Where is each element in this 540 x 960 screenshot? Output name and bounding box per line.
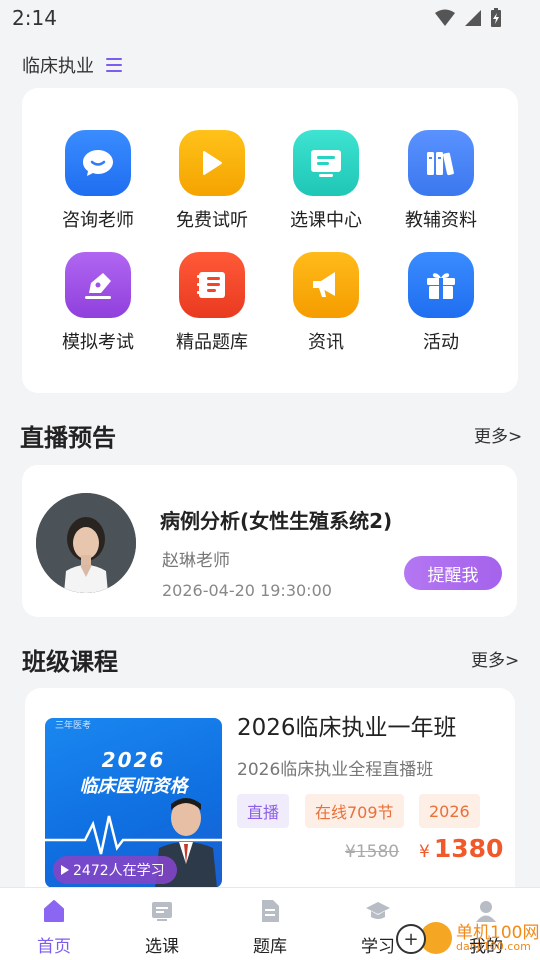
price-amount: 1380 — [433, 834, 504, 863]
quick-menu-label: 免费试听 — [176, 210, 248, 231]
live-title: 病例分析(女性生殖系统2) — [160, 509, 393, 533]
watermark-url: danji100.com — [456, 940, 531, 953]
course-card[interactable]: 三年医考 2026 临床医师资格 2472人在学习 2026临床执业一年班 20… — [25, 688, 515, 898]
quick-menu-label: 模拟考试 — [62, 332, 134, 353]
home-icon — [41, 898, 67, 924]
quick-menu-label: 活动 — [423, 332, 459, 353]
course-title: 2026临床执业一年班 — [237, 715, 457, 741]
live-card[interactable]: 病例分析(女性生殖系统2) 赵琳老师 2026-04-20 19:30:00 提… — [22, 465, 517, 617]
quick-menu-item-news[interactable]: 资讯 — [271, 252, 381, 354]
thumb-brand: 三年医考 — [55, 721, 92, 731]
quick-menu-item-activity[interactable]: 活动 — [386, 252, 496, 354]
course-thumbnail: 三年医考 2026 临床医师资格 2472人在学习 — [45, 718, 222, 888]
nav-course-select[interactable]: 选课 — [122, 898, 202, 957]
play-icon — [179, 130, 245, 196]
battery-icon — [491, 8, 501, 27]
sale-price: ¥ 1380 — [419, 834, 503, 863]
play-small-icon — [61, 865, 69, 875]
nav-label: 首页 — [37, 937, 71, 957]
megaphone-icon — [293, 252, 359, 318]
quick-menu-item-course-center[interactable]: 选课中心 — [271, 130, 381, 232]
course-subtitle: 2026临床执业全程直播班 — [237, 760, 434, 780]
learners-badge: 2472人在学习 — [53, 856, 177, 884]
nav-home[interactable]: 首页 — [14, 898, 94, 957]
course-more-link[interactable]: 更多> — [471, 646, 519, 671]
price-currency: ¥ — [419, 842, 430, 862]
course-tag: 2026 — [419, 794, 480, 828]
signal-icon — [465, 10, 481, 26]
document-icon — [257, 898, 283, 924]
pen-icon — [65, 252, 131, 318]
course-select-icon — [149, 898, 175, 924]
quick-menu-label: 教辅资料 — [405, 210, 477, 231]
course-tag: 在线709节 — [305, 794, 404, 828]
quick-menu-label: 咨询老师 — [62, 210, 134, 231]
status-time: 2:14 — [12, 6, 57, 30]
live-more-link[interactable]: 更多> — [474, 422, 522, 447]
question-bank-icon — [179, 252, 245, 318]
nav-label: 学习 — [361, 937, 395, 957]
category-title: 临床执业 — [22, 56, 94, 77]
original-price: ¥1580 — [345, 842, 400, 862]
quick-menu-item-mock-exam[interactable]: 模拟考试 — [43, 252, 153, 354]
nav-question-bank[interactable]: 题库 — [230, 898, 310, 957]
teacher-avatar — [36, 493, 136, 593]
thumb-year: 2026 — [101, 748, 166, 772]
chat-bubble-icon — [65, 130, 131, 196]
live-section-title: 直播预告 — [20, 424, 116, 452]
learners-count: 2472人在学习 — [73, 863, 165, 879]
quick-menu-label: 选课中心 — [290, 210, 362, 231]
status-bar: 2:14 — [0, 0, 540, 36]
watermark-logo: + 单机100网 danji100.com — [392, 912, 539, 958]
quick-menu-item-consult[interactable]: 咨询老师 — [43, 130, 153, 232]
nav-label: 题库 — [253, 937, 287, 957]
watermark-plus-icon: + — [396, 924, 426, 954]
gift-icon — [408, 252, 474, 318]
quick-menu-card: 咨询老师 免费试听 选课中心 教辅资料 模拟考试 精品题库 资讯 活动 — [22, 88, 518, 393]
course-section-title: 班级课程 — [22, 648, 118, 676]
quick-menu-item-question-bank[interactable]: 精品题库 — [157, 252, 267, 354]
live-teacher: 赵琳老师 — [162, 551, 230, 571]
quick-menu-item-free-trial[interactable]: 免费试听 — [157, 130, 267, 232]
quick-menu-label: 精品题库 — [176, 332, 248, 353]
status-icons — [434, 8, 502, 28]
category-switcher[interactable]: 临床执业 — [22, 52, 122, 78]
graduation-cap-icon — [365, 898, 391, 924]
remind-me-button[interactable]: 提醒我 — [404, 556, 502, 590]
live-time: 2026-04-20 19:30:00 — [162, 581, 332, 600]
quick-menu-label: 资讯 — [308, 332, 344, 353]
quick-menu-item-materials[interactable]: 教辅资料 — [386, 130, 496, 232]
nav-label: 选课 — [145, 937, 179, 957]
books-icon — [408, 130, 474, 196]
course-tag: 直播 — [237, 794, 290, 828]
wifi-icon — [435, 9, 455, 26]
menu-icon[interactable] — [106, 58, 122, 72]
course-screen-icon — [293, 130, 359, 196]
